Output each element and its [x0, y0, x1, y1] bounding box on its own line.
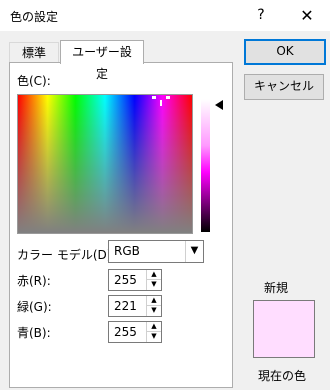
red-spinner[interactable]: ▲ ▼	[146, 270, 161, 290]
red-value: 255	[114, 273, 137, 287]
blue-label: 青(B):	[17, 326, 51, 340]
crosshair-cursor[interactable]	[152, 96, 170, 106]
spin-up-icon[interactable]: ▲	[147, 296, 161, 305]
red-field[interactable]: 255 ▲ ▼	[108, 269, 162, 291]
tab-custom[interactable]: ユーザー設定	[60, 40, 144, 81]
spin-down-icon[interactable]: ▼	[147, 279, 161, 289]
color-model-select[interactable]: RGB ▼	[108, 240, 204, 263]
current-color-label: 現在の色	[258, 369, 307, 383]
color-model-label: カラー モデル(D):	[17, 248, 116, 262]
spin-down-icon[interactable]: ▼	[147, 305, 161, 315]
red-label: 赤(R):	[17, 274, 51, 288]
help-button[interactable]: ?	[238, 0, 284, 31]
title-bar: 色の設定 ? ✕	[0, 0, 330, 31]
green-spinner[interactable]: ▲ ▼	[146, 296, 161, 316]
window-title: 色の設定	[10, 10, 59, 24]
chevron-down-icon[interactable]: ▼	[185, 241, 203, 262]
green-value: 221	[114, 299, 137, 313]
spin-up-icon[interactable]: ▲	[147, 322, 161, 331]
spin-down-icon[interactable]: ▼	[147, 331, 161, 341]
blue-spinner[interactable]: ▲ ▼	[146, 322, 161, 342]
new-color-label: 新規	[264, 281, 289, 295]
color-dialog: 色の設定 ? ✕ 標準 ユーザー設定 色(C): カラー モデル(D): RGB…	[0, 0, 330, 390]
blue-field[interactable]: 255 ▲ ▼	[108, 321, 162, 343]
color-spectrum[interactable]	[17, 94, 193, 234]
luminance-slider-arrow-icon[interactable]	[215, 100, 223, 110]
color-label: 色(C):	[17, 74, 51, 88]
green-field[interactable]: 221 ▲ ▼	[108, 295, 162, 317]
luminance-bar[interactable]	[201, 99, 210, 232]
ok-button[interactable]: OK	[244, 39, 326, 65]
cancel-button[interactable]: キャンセル	[244, 74, 324, 100]
spin-up-icon[interactable]: ▲	[147, 270, 161, 279]
color-model-value: RGB	[114, 244, 140, 258]
new-color-swatch	[253, 300, 315, 358]
blue-value: 255	[114, 325, 137, 339]
close-button[interactable]: ✕	[284, 0, 330, 31]
tab-standard[interactable]: 標準	[9, 42, 59, 63]
green-label: 緑(G):	[17, 300, 52, 314]
